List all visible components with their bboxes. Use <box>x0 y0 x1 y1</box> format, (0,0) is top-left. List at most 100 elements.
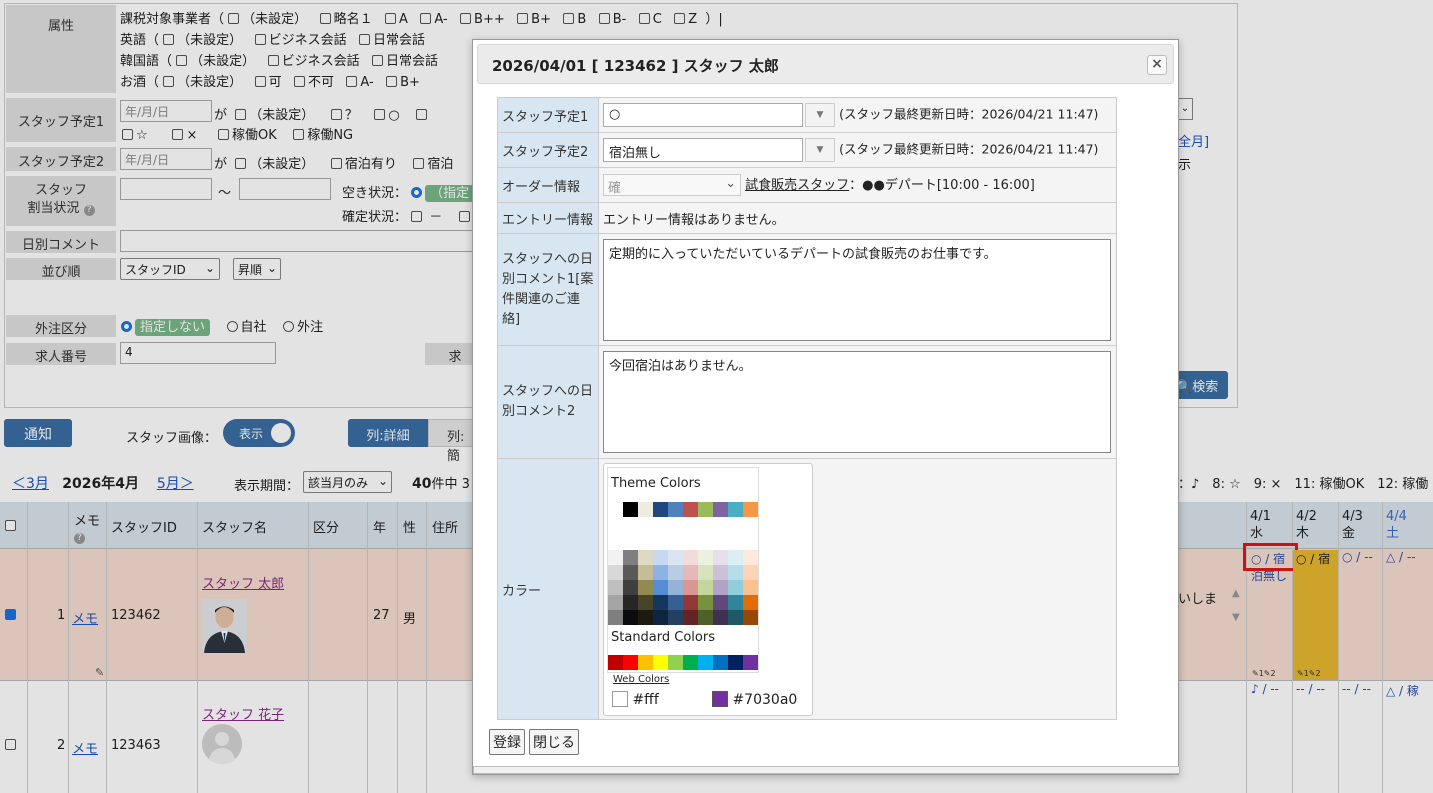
order-link[interactable]: 試食販売スタッフ <box>745 178 849 193</box>
sched2-combo-input[interactable]: 宿泊無し <box>603 138 803 162</box>
color-swatch[interactable] <box>638 549 653 565</box>
theme-top-row <box>608 501 758 517</box>
theme-colors-title: Theme Colors <box>611 475 701 491</box>
color-swatch[interactable] <box>743 549 758 565</box>
theme-shade-row <box>608 549 758 565</box>
entry-field-label: エントリー情報 <box>497 202 599 234</box>
color-swatch[interactable] <box>683 501 698 517</box>
color-swatch[interactable] <box>608 501 623 517</box>
color-swatch[interactable] <box>608 564 623 580</box>
color-swatch[interactable] <box>668 549 683 565</box>
color-swatch[interactable] <box>698 609 713 625</box>
color-swatch[interactable] <box>698 501 713 517</box>
color-swatch[interactable] <box>608 609 623 625</box>
color-swatch[interactable] <box>743 579 758 595</box>
color-swatch[interactable] <box>698 594 713 610</box>
dialog-form: スタッフ予定1 ○ ▼ (スタッフ最終更新日時：2026/04/21 11:47)… <box>497 97 1117 720</box>
current-color-1[interactable]: #fff <box>612 690 659 708</box>
color-swatch[interactable] <box>623 609 638 625</box>
color-swatch[interactable] <box>608 549 623 565</box>
comment1-textarea[interactable]: 定期的に入っていただいているデパートの試食販売のお仕事です。 <box>603 238 1111 341</box>
comment2-field-label: スタッフへの日別コメント2 <box>497 345 599 459</box>
dialog-footer-scrollbar[interactable] <box>473 766 1180 774</box>
color-swatch[interactable] <box>683 594 698 610</box>
comment2-textarea[interactable]: 今回宿泊はありません。 <box>603 351 1111 453</box>
color-swatch[interactable] <box>638 564 653 580</box>
color-swatch[interactable] <box>713 549 728 565</box>
color-swatch[interactable] <box>668 579 683 595</box>
color-swatch[interactable] <box>713 654 728 670</box>
color-swatch[interactable] <box>743 501 758 517</box>
sched2-field: 宿泊無し ▼ (スタッフ最終更新日時：2026/04/21 11:47) <box>598 132 1117 168</box>
color-swatch[interactable] <box>698 579 713 595</box>
color-field: Theme Colors Standard Colors Web Colors … <box>598 458 1117 720</box>
color-swatch[interactable] <box>638 501 653 517</box>
color-swatch[interactable] <box>638 579 653 595</box>
sched1-dropdown-button[interactable]: ▼ <box>805 103 835 127</box>
edit-dialog: 2026/04/01 [ 123462 ] スタッフ 太郎 × スタッフ予定1 … <box>472 39 1180 775</box>
color-swatch[interactable] <box>698 549 713 565</box>
color-swatch[interactable] <box>653 594 668 610</box>
color-swatch[interactable] <box>638 609 653 625</box>
comment1-field: 定期的に入っていただいているデパートの試食販売のお仕事です。 <box>598 233 1117 346</box>
color-swatch[interactable] <box>653 579 668 595</box>
color-swatch[interactable] <box>668 654 683 670</box>
entry-field-value: エントリー情報はありません。 <box>598 202 1117 234</box>
theme-shade-row <box>608 594 758 610</box>
color-swatch[interactable] <box>713 501 728 517</box>
color-swatch[interactable] <box>623 654 638 670</box>
color-swatch[interactable] <box>683 549 698 565</box>
color-swatch[interactable] <box>713 594 728 610</box>
color-swatch[interactable] <box>653 564 668 580</box>
color-swatch[interactable] <box>608 579 623 595</box>
color-swatch[interactable] <box>623 579 638 595</box>
web-colors-link[interactable]: Web Colors <box>613 674 669 685</box>
color-swatch[interactable] <box>743 609 758 625</box>
color-palette: Theme Colors Standard Colors Web Colors … <box>603 462 813 716</box>
color-swatch[interactable] <box>668 594 683 610</box>
color-swatch[interactable] <box>713 564 728 580</box>
color-swatch[interactable] <box>683 564 698 580</box>
color-swatch[interactable] <box>668 564 683 580</box>
color-swatch[interactable] <box>683 654 698 670</box>
color-swatch[interactable] <box>728 609 743 625</box>
order-select[interactable]: 確 ⌄ <box>603 174 741 197</box>
color-swatch[interactable] <box>728 654 743 670</box>
color-swatch[interactable] <box>668 609 683 625</box>
color-swatch[interactable] <box>608 594 623 610</box>
sched1-combo-input[interactable]: ○ <box>603 103 803 127</box>
color-swatch[interactable] <box>668 501 683 517</box>
color-swatch[interactable] <box>638 654 653 670</box>
color-swatch[interactable] <box>743 594 758 610</box>
color-swatch[interactable] <box>683 609 698 625</box>
close-button[interactable]: 閉じる <box>529 729 579 755</box>
color-swatch[interactable] <box>713 579 728 595</box>
color-swatch[interactable] <box>743 654 758 670</box>
color-swatch[interactable] <box>638 594 653 610</box>
color-swatch[interactable] <box>698 564 713 580</box>
color-swatch[interactable] <box>653 501 668 517</box>
color-swatch[interactable] <box>728 579 743 595</box>
order-field: 確 ⌄ 試食販売スタッフ：●●デパート[10:00 - 16:00] <box>598 167 1117 203</box>
theme-shade-row <box>608 564 758 580</box>
color-swatch[interactable] <box>728 549 743 565</box>
register-button[interactable]: 登録 <box>489 729 525 755</box>
color-swatch[interactable] <box>653 549 668 565</box>
color-swatch[interactable] <box>728 594 743 610</box>
color-swatch[interactable] <box>623 549 638 565</box>
color-swatch[interactable] <box>713 609 728 625</box>
color-swatch[interactable] <box>698 654 713 670</box>
color-swatch[interactable] <box>623 501 638 517</box>
color-swatch[interactable] <box>728 564 743 580</box>
color-swatch[interactable] <box>743 564 758 580</box>
color-swatch[interactable] <box>608 654 623 670</box>
current-color-2[interactable]: #7030a0 <box>712 690 797 708</box>
color-swatch[interactable] <box>623 594 638 610</box>
close-icon[interactable]: × <box>1147 55 1167 75</box>
color-swatch[interactable] <box>653 609 668 625</box>
color-swatch[interactable] <box>653 654 668 670</box>
color-swatch[interactable] <box>683 579 698 595</box>
color-swatch[interactable] <box>728 501 743 517</box>
color-swatch[interactable] <box>623 564 638 580</box>
sched2-dropdown-button[interactable]: ▼ <box>805 138 835 162</box>
